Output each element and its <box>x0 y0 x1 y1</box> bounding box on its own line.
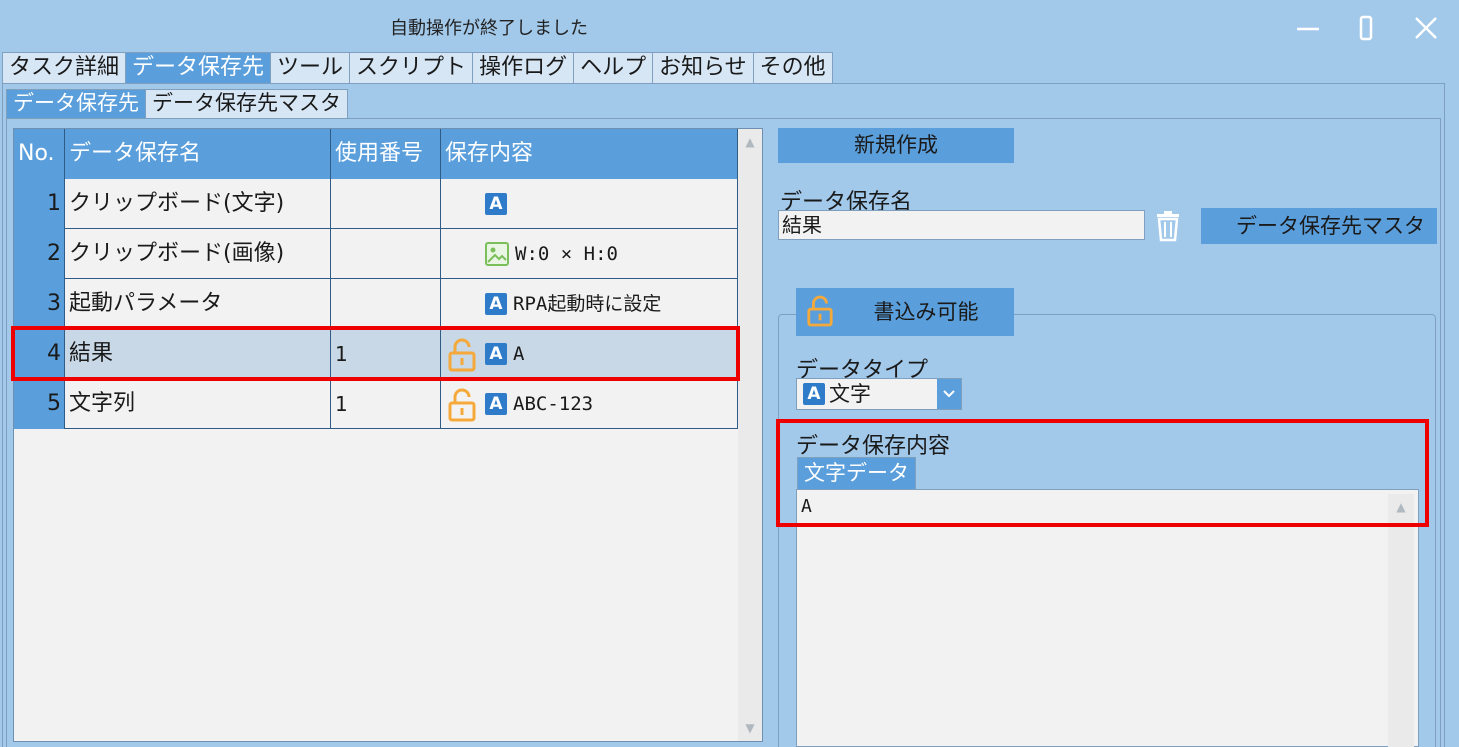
row-use-number: 1 <box>331 329 441 379</box>
row-content-text: RPA起動時に設定 <box>513 293 662 315</box>
text-type-icon: A <box>803 383 825 405</box>
tab-script[interactable]: スクリプト <box>349 52 474 83</box>
grid-header: No. データ保存名 使用番号 保存内容 <box>14 129 738 179</box>
main-tab-bar: タスク詳細 データ保存先 ツール スクリプト 操作ログ ヘルプ お知らせ その他 <box>2 52 833 83</box>
scroll-down-icon[interactable]: ▼ <box>738 717 762 739</box>
text-type-icon: A <box>485 343 507 365</box>
row-content: A RPA起動時に設定 <box>441 279 738 329</box>
tab-other[interactable]: その他 <box>752 52 833 83</box>
table-row-selected[interactable]: 4 結果 1 A A <box>14 329 738 379</box>
unlock-icon <box>448 338 476 372</box>
subtab-data-storage-master[interactable]: データ保存先マスタ <box>145 89 348 118</box>
tab-notices[interactable]: お知らせ <box>652 52 754 83</box>
row-number: 2 <box>14 229 65 279</box>
row-number: 1 <box>14 179 65 229</box>
close-button[interactable] <box>1404 8 1448 48</box>
table-row[interactable]: 3 起動パラメータ A RPA起動時に設定 <box>14 279 738 329</box>
text-type-icon: A <box>485 393 507 415</box>
row-content: A ABC-123 <box>441 379 738 429</box>
text-type-icon: A <box>485 193 507 215</box>
row-name: 起動パラメータ <box>65 279 331 329</box>
header-number[interactable]: 使用番号 <box>331 129 441 179</box>
row-content-text: W:0 × H:0 <box>515 243 618 265</box>
row-content: W:0 × H:0 <box>441 229 738 279</box>
maximize-button[interactable] <box>1344 8 1388 48</box>
dropdown-button[interactable] <box>937 379 961 409</box>
row-name: 文字列 <box>65 379 331 429</box>
content-textarea[interactable]: A ▲ <box>796 489 1419 747</box>
close-icon <box>1415 17 1437 39</box>
row-use-number: 1 <box>331 379 441 429</box>
minimize-button[interactable] <box>1286 8 1330 48</box>
scroll-up-icon[interactable]: ▲ <box>738 131 762 153</box>
title-bar: 自動操作が終了しました <box>0 0 1459 52</box>
tab-operation-log[interactable]: 操作ログ <box>472 52 575 83</box>
unlock-icon <box>807 295 833 327</box>
storage-master-button[interactable]: データ保存先マスタ <box>1201 208 1437 244</box>
table-row[interactable]: 2 クリップボード(画像) W:0 × H:0 <box>14 229 738 279</box>
tab-data-storage[interactable]: データ保存先 <box>125 52 272 83</box>
tab-help[interactable]: ヘルプ <box>573 52 654 83</box>
row-number: 5 <box>14 379 65 429</box>
subtab-data-storage[interactable]: データ保存先 <box>6 89 146 118</box>
image-type-icon <box>485 242 509 266</box>
row-use-number <box>331 229 441 279</box>
window-title: 自動操作が終了しました <box>390 18 588 39</box>
header-name[interactable]: データ保存名 <box>65 129 331 179</box>
minimize-icon <box>1297 27 1319 31</box>
table-row[interactable]: 5 文字列 1 A ABC-123 <box>14 379 738 429</box>
data-type-value: 文字 <box>829 382 871 406</box>
row-name: 結果 <box>65 329 331 379</box>
header-content[interactable]: 保存内容 <box>441 129 738 179</box>
row-content: A A <box>441 329 738 379</box>
trash-icon <box>1157 211 1179 242</box>
data-storage-grid[interactable]: No. データ保存名 使用番号 保存内容 1 クリップボード(文字) A 2 ク… <box>13 128 763 742</box>
content-scrollbar[interactable]: ▲ <box>1388 494 1414 747</box>
chevron-down-icon <box>943 390 955 398</box>
text-type-icon: A <box>485 293 507 315</box>
unlock-icon <box>448 388 476 422</box>
data-type-select[interactable]: A 文字 <box>796 378 962 410</box>
tab-text-data[interactable]: 文字データ <box>797 457 916 489</box>
content-value: A <box>801 496 812 517</box>
writable-toggle-button[interactable]: 書込み可能 <box>796 288 1014 336</box>
storage-name-input[interactable]: 結果 <box>778 210 1145 240</box>
row-number: 3 <box>14 279 65 329</box>
new-create-button[interactable]: 新規作成 <box>778 128 1014 163</box>
content-label: データ保存内容 <box>796 434 951 459</box>
row-use-number <box>331 279 441 329</box>
writable-label: 書込み可能 <box>873 300 979 324</box>
grid-scrollbar[interactable]: ▲ ▼ <box>738 129 762 741</box>
table-row[interactable]: 1 クリップボード(文字) A <box>14 179 738 229</box>
tab-tools[interactable]: ツール <box>270 52 351 83</box>
tab-task-detail[interactable]: タスク詳細 <box>2 52 127 83</box>
row-content: A <box>441 179 738 229</box>
sub-tab-bar: データ保存先 データ保存先マスタ <box>6 89 348 118</box>
row-content-text: ABC-123 <box>513 393 594 415</box>
row-use-number <box>331 179 441 229</box>
row-number: 4 <box>14 329 65 379</box>
maximize-icon <box>1359 15 1373 41</box>
scroll-up-icon[interactable]: ▲ <box>1388 496 1414 518</box>
row-content-text: A <box>513 343 525 365</box>
row-name: クリップボード(文字) <box>65 179 331 229</box>
header-no[interactable]: No. <box>14 129 65 179</box>
delete-button[interactable] <box>1154 210 1182 242</box>
row-name: クリップボード(画像) <box>65 229 331 279</box>
